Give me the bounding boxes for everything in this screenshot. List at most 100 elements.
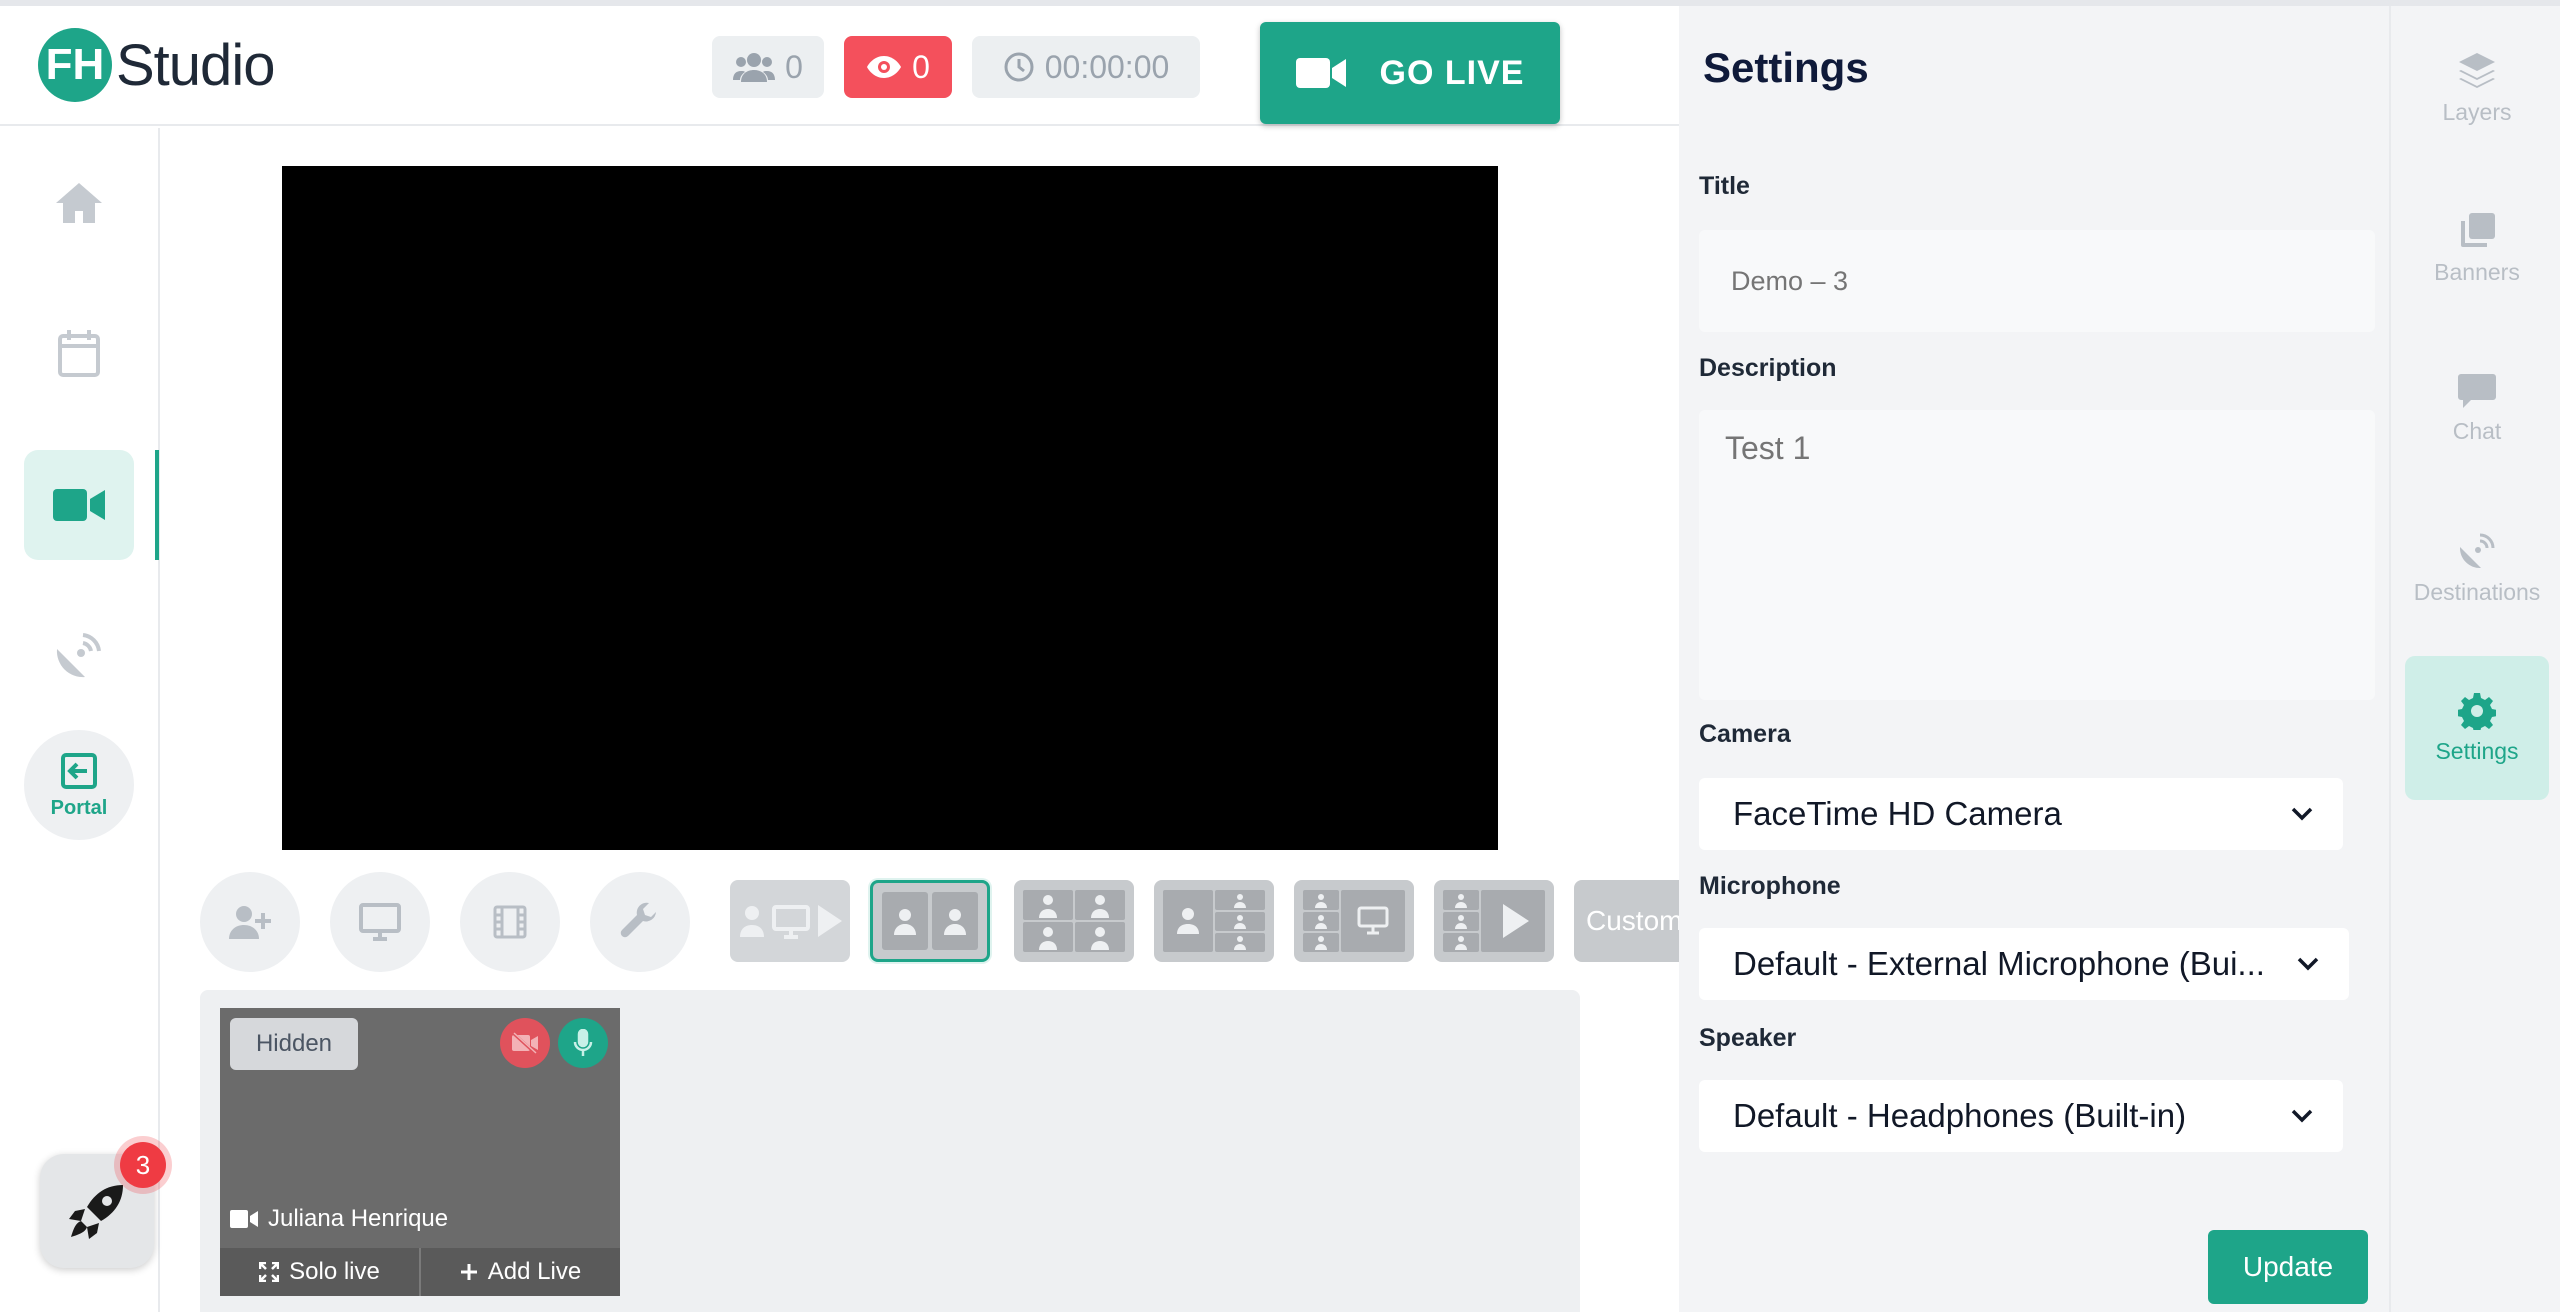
- nav-studio[interactable]: [24, 450, 134, 560]
- nav-calendar[interactable]: [24, 298, 134, 408]
- camera-label: Camera: [1699, 720, 1791, 748]
- eye-icon: [867, 56, 902, 78]
- share-screen-button[interactable]: [330, 872, 430, 972]
- title-input[interactable]: [1699, 230, 2375, 332]
- rail-destinations[interactable]: Destinations: [2405, 496, 2549, 640]
- camera-select[interactable]: FaceTime HD Camera: [1699, 778, 2343, 850]
- stream-timer: 00:00:00: [972, 36, 1200, 98]
- microphone-label: Microphone: [1699, 872, 1841, 900]
- nav-broadcast[interactable]: [24, 600, 134, 710]
- gear-icon: [2458, 692, 2496, 730]
- rail-banners-label: Banners: [2434, 258, 2520, 285]
- camera-value: FaceTime HD Camera: [1733, 795, 2062, 832]
- person-icon: [944, 909, 966, 935]
- layout-one-plus-three[interactable]: [1154, 880, 1274, 962]
- film-icon: [493, 905, 527, 939]
- chevron-down-icon: [2297, 957, 2319, 971]
- destinations-icon: [2459, 533, 2495, 568]
- settings-panel: Settings Title Description Camera FaceTi…: [1679, 6, 2389, 1312]
- invite-guest-button[interactable]: [200, 872, 300, 972]
- media-layout-icon: [1443, 890, 1545, 952]
- layers-icon: [2459, 52, 2495, 88]
- rail-chat[interactable]: Chat: [2405, 336, 2549, 480]
- logo-mark: FH: [38, 28, 112, 102]
- person-icon: [894, 909, 916, 935]
- layout-grid-four[interactable]: [1014, 880, 1134, 962]
- add-live-button[interactable]: Add Live: [421, 1248, 620, 1296]
- chat-icon: [2458, 373, 2496, 408]
- timer-value: 00:00:00: [1044, 48, 1170, 85]
- description-label: Description: [1699, 354, 1837, 382]
- microphone-value: Default - External Microphone (Bui...: [1733, 945, 2265, 982]
- add-user-icon: [229, 906, 271, 939]
- viewers-count-badge: 0: [712, 36, 824, 98]
- logo-text: Studio: [116, 32, 275, 98]
- rail-layers-label: Layers: [2442, 98, 2512, 125]
- notification-badge: 3: [120, 1142, 166, 1188]
- rail-layers[interactable]: Layers: [2405, 16, 2549, 160]
- update-button[interactable]: Update: [2208, 1230, 2368, 1304]
- clock-icon: [1004, 52, 1034, 82]
- speaker-value: Default - Headphones (Built-in): [1733, 1097, 2187, 1134]
- portal-icon: [61, 752, 97, 789]
- video-camera-icon: [1295, 58, 1346, 88]
- viewers-count: 0: [785, 48, 803, 85]
- tools-button[interactable]: [590, 872, 690, 972]
- solo-live-label: Solo live: [289, 1258, 380, 1285]
- speaker-label: Speaker: [1699, 1024, 1797, 1052]
- users-icon: [733, 53, 776, 82]
- rail-settings-label: Settings: [2435, 737, 2519, 764]
- microphone-icon: [573, 1029, 593, 1056]
- app-logo[interactable]: FH Studio: [38, 28, 275, 102]
- grid-four-layout-icon: [1023, 890, 1125, 952]
- participant-name-text: Juliana Henrique: [268, 1205, 449, 1232]
- sidebar-layout-icon: [1163, 890, 1265, 952]
- participant-actions: Solo live Add Live: [220, 1248, 620, 1296]
- settings-title: Settings: [1703, 44, 1869, 91]
- plus-icon: [460, 1264, 477, 1280]
- screen-share-layout-icon: [1303, 890, 1405, 952]
- nav-home[interactable]: [24, 148, 134, 258]
- home-icon: [56, 183, 102, 223]
- rail-settings[interactable]: Settings: [2405, 656, 2549, 800]
- monitor-icon: [359, 903, 401, 941]
- chevron-down-icon: [2291, 807, 2313, 821]
- portal-label: Portal: [50, 796, 108, 819]
- description-input[interactable]: [1699, 410, 2375, 700]
- layout-screen-share[interactable]: [1294, 880, 1414, 962]
- layout-two-person[interactable]: [870, 880, 990, 962]
- microphone-button[interactable]: [558, 1018, 608, 1068]
- layout-custom[interactable]: Custom: [1574, 880, 1679, 962]
- layout-cell: [932, 892, 978, 950]
- nav-portal[interactable]: Portal: [24, 730, 134, 840]
- presentation-layout-icon: [740, 905, 842, 939]
- go-live-button[interactable]: GO LIVE: [1260, 22, 1560, 124]
- right-rail: Layers Banners Chat Destinations Setting…: [2389, 6, 2560, 1312]
- microphone-select[interactable]: Default - External Microphone (Bui...: [1699, 928, 2349, 1000]
- solo-live-button[interactable]: Solo live: [220, 1248, 421, 1296]
- calendar-icon: [58, 330, 100, 377]
- speaker-select[interactable]: Default - Headphones (Built-in): [1699, 1080, 2343, 1152]
- rail-chat-label: Chat: [2452, 417, 2502, 444]
- nav-active-indicator: [155, 450, 159, 560]
- layout-media-play[interactable]: [1434, 880, 1554, 962]
- top-header: FH Studio 0 0 00:00:00 GO LIVE: [0, 6, 1679, 126]
- rail-banners[interactable]: Banners: [2405, 176, 2549, 320]
- layout-presentation[interactable]: [730, 880, 850, 962]
- video-stage[interactable]: [282, 166, 1498, 850]
- wrench-icon: [620, 902, 656, 938]
- satellite-dish-icon: [56, 633, 101, 678]
- rocket-icon: [69, 1185, 123, 1239]
- expand-icon: [259, 1262, 280, 1282]
- layout-cell: [882, 892, 928, 950]
- camera-off-button[interactable]: [500, 1018, 550, 1068]
- add-live-label: Add Live: [487, 1258, 582, 1285]
- title-label: Title: [1699, 172, 1750, 200]
- media-button[interactable]: [460, 872, 560, 972]
- visibility-status-badge[interactable]: Hidden: [230, 1018, 358, 1070]
- chevron-down-icon: [2291, 1109, 2313, 1123]
- participant-name: Juliana Henrique: [230, 1205, 448, 1233]
- video-camera-icon: [53, 489, 105, 521]
- camera-off-icon: [511, 1032, 538, 1054]
- video-camera-icon: [230, 1210, 258, 1228]
